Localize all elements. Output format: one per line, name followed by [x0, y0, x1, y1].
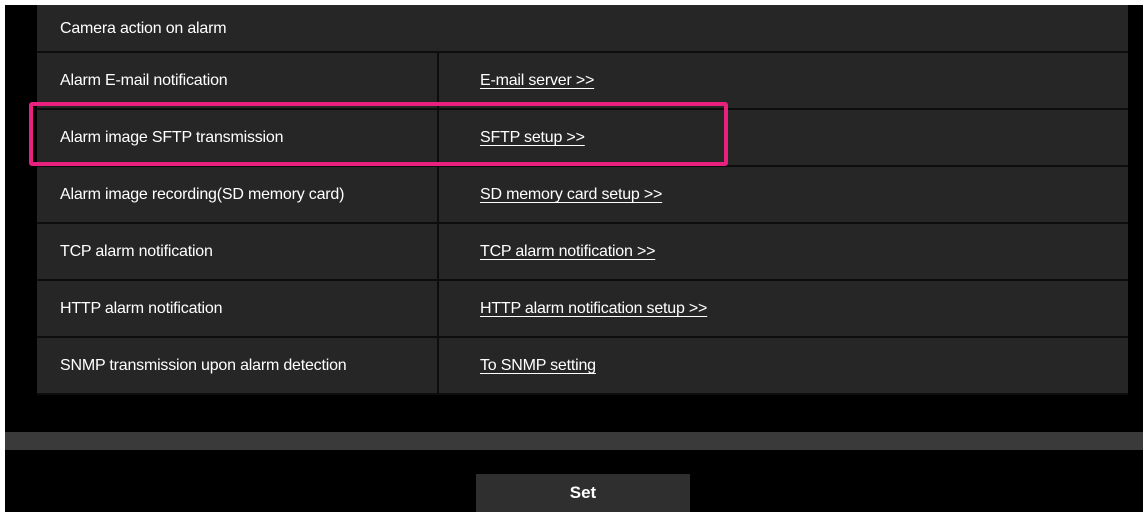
column-divider — [437, 110, 439, 165]
row-label: Alarm image recording(SD memory card) — [60, 186, 345, 203]
row-alarm-email-notification: Alarm E-mail notification E-mail server … — [37, 53, 1128, 110]
snmp-setting-link[interactable]: To SNMP setting — [480, 338, 596, 393]
set-button[interactable]: Set — [476, 474, 690, 512]
row-label: Alarm E-mail notification — [60, 72, 228, 89]
column-divider — [437, 338, 439, 393]
alarm-actions-table: Alarm E-mail notification E-mail server … — [37, 53, 1128, 395]
http-alarm-notification-setup-link[interactable]: HTTP alarm notification setup >> — [480, 281, 707, 336]
column-divider — [437, 224, 439, 279]
settings-panel: Camera action on alarm Alarm E-mail noti… — [5, 5, 1143, 512]
column-divider — [437, 167, 439, 222]
row-label: Alarm image SFTP transmission — [60, 129, 284, 146]
row-alarm-image-recording-sd: Alarm image recording(SD memory card) SD… — [37, 167, 1128, 224]
row-label: SNMP transmission upon alarm detection — [60, 357, 347, 374]
row-label: TCP alarm notification — [60, 243, 213, 260]
row-snmp-transmission: SNMP transmission upon alarm detection T… — [37, 338, 1128, 395]
row-http-alarm-notification: HTTP alarm notification HTTP alarm notif… — [37, 281, 1128, 338]
divider-bar — [5, 432, 1143, 450]
row-label: HTTP alarm notification — [60, 300, 223, 317]
email-server-link[interactable]: E-mail server >> — [480, 53, 594, 108]
section-title: Camera action on alarm — [60, 20, 227, 37]
tcp-alarm-notification-link[interactable]: TCP alarm notification >> — [480, 224, 655, 279]
column-divider — [437, 281, 439, 336]
row-tcp-alarm-notification: TCP alarm notification TCP alarm notific… — [37, 224, 1128, 281]
sftp-setup-link[interactable]: SFTP setup >> — [480, 110, 585, 165]
section-header: Camera action on alarm — [37, 5, 1128, 53]
column-divider — [437, 53, 439, 108]
sd-memory-card-setup-link[interactable]: SD memory card setup >> — [480, 167, 662, 222]
row-alarm-image-sftp-transmission: Alarm image SFTP transmission SFTP setup… — [37, 110, 1128, 167]
